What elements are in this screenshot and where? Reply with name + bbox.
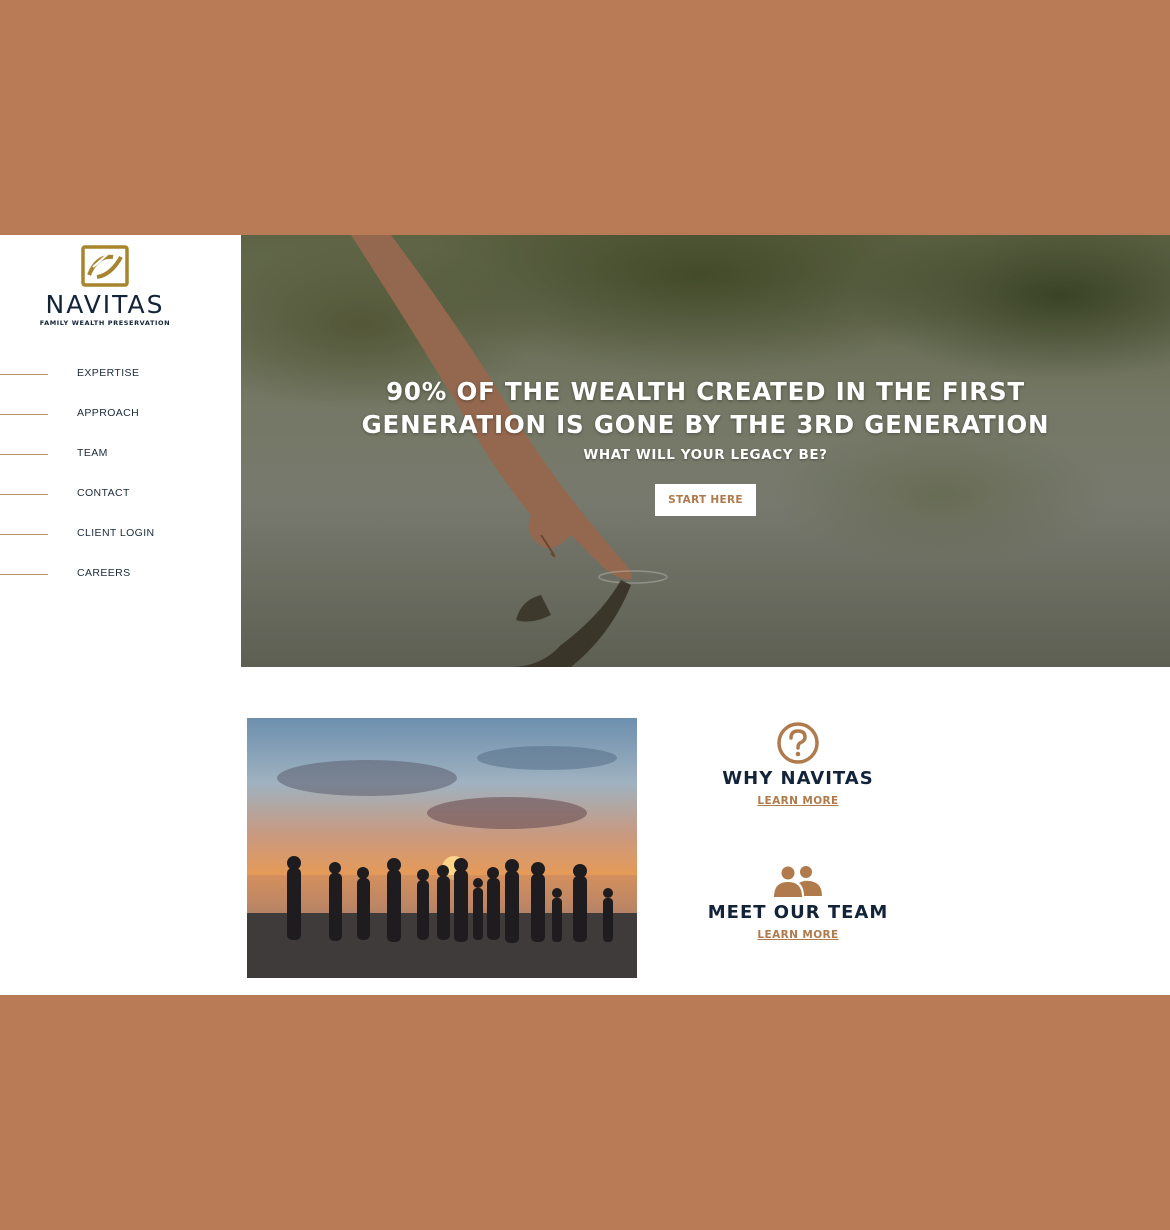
nav-item-expertise[interactable]: EXPERTISE <box>0 363 241 403</box>
nav-item-contact[interactable]: CONTACT <box>0 483 241 523</box>
hero-subtitle: WHAT WILL YOUR LEGACY BE? <box>583 447 828 463</box>
logo-wordmark: NAVITAS <box>45 290 165 319</box>
nav-item-client-login[interactable]: CLIENT LOGIN <box>0 523 241 563</box>
hero-content: 90% OF THE WEALTH CREATED IN THE FIRST G… <box>241 375 1170 516</box>
logo-tagline: FAMILY WEALTH PRESERVATION <box>39 319 171 327</box>
why-navitas-title: WHY NAVITAS <box>722 768 874 789</box>
nav-item-team[interactable]: TEAM <box>0 443 241 483</box>
nav-item-label: APPROACH <box>77 407 140 419</box>
site-frame: NAVITAS FAMILY WEALTH PRESERVATION EXPER… <box>0 235 1170 995</box>
hero-title-line-1: 90% OF THE WEALTH CREATED IN THE FIRST <box>386 377 1025 406</box>
question-circle-icon <box>777 722 819 764</box>
nav-divider-line <box>0 574 48 575</box>
feature-meet-our-team: MEET OUR TEAM LEARN MORE <box>668 865 928 943</box>
nav-item-approach[interactable]: APPROACH <box>0 403 241 443</box>
people-icon <box>774 866 822 897</box>
feature-why-navitas: WHY NAVITAS LEARN MORE <box>668 721 928 809</box>
logo[interactable]: NAVITAS FAMILY WEALTH PRESERVATION <box>30 245 180 335</box>
nav-item-careers[interactable]: CAREERS <box>0 563 241 603</box>
meet-our-team-learn-more-link[interactable]: LEARN MORE <box>757 929 838 941</box>
hero-title-line-2: GENERATION IS GONE BY THE 3RD GENERATION <box>361 410 1050 439</box>
hero-title: 90% OF THE WEALTH CREATED IN THE FIRST G… <box>241 375 1170 441</box>
nav-item-label: EXPERTISE <box>77 367 140 379</box>
family-sunset-photo <box>247 718 637 978</box>
nav-divider-line <box>0 494 48 495</box>
hero-banner: 90% OF THE WEALTH CREATED IN THE FIRST G… <box>241 235 1170 667</box>
nav-divider-line <box>0 454 48 455</box>
main-nav: EXPERTISE APPROACH TEAM CONTACT CLIENT L… <box>0 363 241 603</box>
nav-item-label: TEAM <box>77 447 108 459</box>
nav-divider-line <box>0 374 48 375</box>
why-navitas-learn-more-link[interactable]: LEARN MORE <box>757 795 838 807</box>
meet-our-team-title: MEET OUR TEAM <box>707 902 889 923</box>
nav-divider-line <box>0 414 48 415</box>
nav-item-label: CAREERS <box>77 567 131 579</box>
nav-item-label: CLIENT LOGIN <box>77 527 155 539</box>
logo-mark-icon <box>81 245 129 287</box>
start-here-button[interactable]: START HERE <box>655 484 756 516</box>
nav-divider-line <box>0 534 48 535</box>
sidebar: NAVITAS FAMILY WEALTH PRESERVATION EXPER… <box>0 235 241 667</box>
family-silhouettes-image <box>247 746 637 978</box>
nav-item-label: CONTACT <box>77 487 130 499</box>
